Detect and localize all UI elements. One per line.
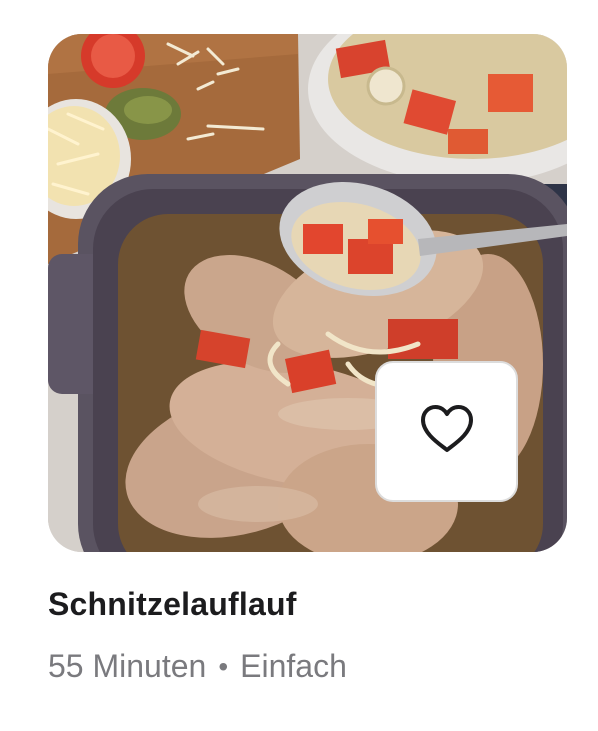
favorite-button[interactable] [375,361,518,502]
recipe-meta: 55 Minuten • Einfach [48,648,347,685]
recipe-card[interactable]: Schnitzelauflauf 55 Minuten • Einfach [0,0,598,731]
recipe-title[interactable]: Schnitzelauflauf [48,586,297,623]
heart-outline-icon [419,404,475,459]
recipe-duration: 55 Minuten [48,648,207,684]
recipe-difficulty: Einfach [240,648,347,684]
meta-separator: • [218,650,229,682]
